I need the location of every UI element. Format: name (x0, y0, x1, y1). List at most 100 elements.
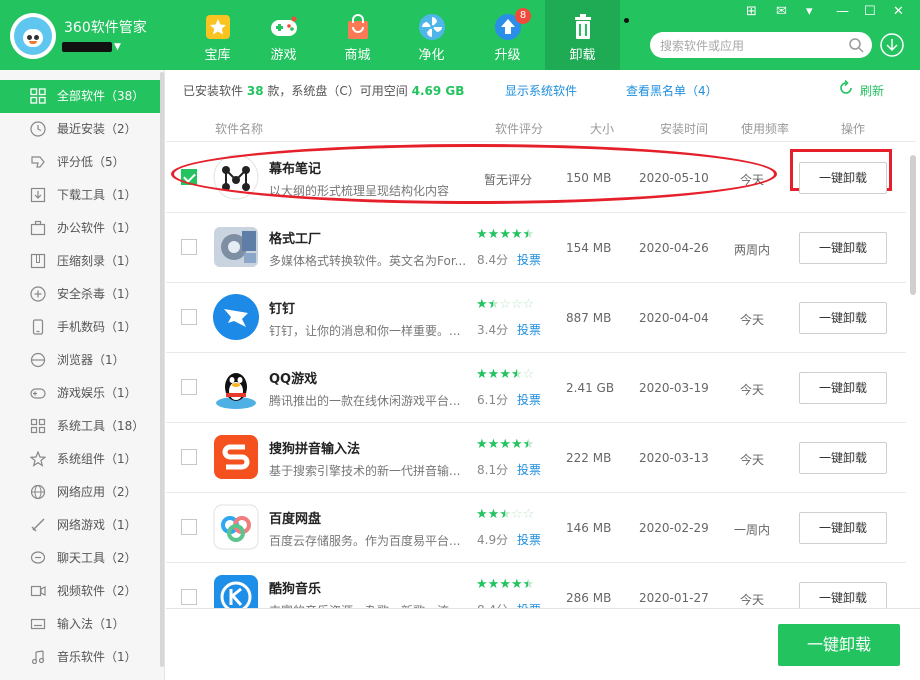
vote-link[interactable]: 投票 (517, 251, 541, 268)
uninstall-button[interactable]: 一键卸载 (799, 162, 887, 194)
row-checkbox[interactable] (181, 589, 197, 605)
sidebar-item-label: 输入法（1） (57, 617, 125, 631)
nav-label: 升级 (494, 48, 521, 63)
download-icon (30, 187, 46, 203)
sidebar-item-recent[interactable]: 最近安装（2） (0, 113, 160, 146)
row-checkbox[interactable] (181, 519, 197, 535)
app-size: 286 MB (566, 591, 612, 605)
sidebar-item-download-tools[interactable]: 下载工具（1） (0, 179, 160, 212)
rating-score: 8.1分 (477, 463, 509, 477)
sidebar-item-low-rating[interactable]: 评分低（5） (0, 146, 160, 179)
app-name: 钉钉 (269, 302, 296, 317)
sidebar-item-network-apps[interactable]: 网络应用（2） (0, 476, 160, 509)
table-row[interactable]: 搜狗拼音输入法基于搜索引擎技术的新一代拼音输... ★★★★★★ 8.1分投票 222… (166, 423, 906, 493)
uninstall-button[interactable]: 一键卸载 (799, 512, 887, 544)
uninstall-button[interactable]: 一键卸载 (799, 372, 887, 404)
uninstall-button[interactable]: 一键卸载 (799, 302, 887, 334)
nav-item-jinghua[interactable]: 净化 (394, 0, 469, 70)
maximize-button[interactable]: ☐ (864, 4, 876, 19)
view-blacklist-link[interactable]: 查看黑名单（4） (626, 82, 718, 99)
sidebar-item-chat[interactable]: 聊天工具（2） (0, 542, 160, 575)
sidebar-item-label: 下载工具（1） (57, 188, 137, 202)
app-description: 钉钉，让你的消息和你一样重要。... (269, 324, 461, 338)
install-date: 2020-01-27 (639, 591, 709, 605)
sidebar-item-music[interactable]: 音乐软件（1） (0, 641, 160, 674)
table-row[interactable]: 格式工厂多媒体格式转换软件。英文名为For... ★★★★★★ 8.4分投票 154 … (166, 213, 906, 283)
message-icon[interactable]: ✉ (776, 4, 787, 19)
row-checkbox[interactable] (181, 449, 197, 465)
col-name[interactable]: 软件名称 (215, 120, 263, 137)
col-size[interactable]: 大小 (590, 120, 614, 137)
vote-link[interactable]: 投票 (517, 461, 541, 478)
nav-item-shangcheng[interactable]: 商城 (320, 0, 395, 70)
star-rating: ★★★☆☆☆ (476, 297, 535, 312)
uninstall-button[interactable]: 一键卸载 (799, 232, 887, 264)
batch-uninstall-button[interactable]: 一键卸载 (778, 624, 900, 666)
grid-icon (30, 88, 46, 104)
sidebar-item-browser[interactable]: 浏览器（1） (0, 344, 160, 377)
sidebar-item-label: 手机数码（1） (57, 320, 137, 334)
table-row[interactable]: QQ游戏腾讯推出的一款在线休闲游戏平台... ★★★★★☆ 6.1分投票 2.41 G… (166, 353, 906, 423)
briefcase-icon (30, 220, 46, 236)
search-input[interactable]: 搜索软件或应用 (650, 32, 872, 58)
download-manager-icon[interactable] (880, 33, 904, 57)
app-name: 百度网盘 (269, 512, 322, 527)
chat-icon (30, 551, 46, 564)
nav-item-baoku[interactable]: 宝库 (180, 0, 255, 70)
table-row[interactable]: 幕布笔记 以大纲的形式梳理呈现结构化内容 暂无评分 150 MB 2020-05-10 今… (166, 143, 906, 213)
sidebar-scrollbar[interactable] (160, 72, 164, 667)
sidebar-item-security[interactable]: 安全杀毒（1） (0, 278, 160, 311)
app-name: 酷狗音乐 (269, 582, 322, 597)
nav-item-shengji[interactable]: 8 升级 (470, 0, 545, 70)
usage-frequency: 两周内 (733, 243, 770, 257)
gamepad-icon (271, 16, 297, 36)
uninstall-button[interactable]: 一键卸载 (799, 442, 887, 474)
app-size: 146 MB (566, 521, 612, 535)
row-checkbox[interactable] (181, 239, 197, 255)
table-row[interactable]: 钉钉钉钉，让你的消息和你一样重要。... ★★★☆☆☆ 3.4分投票 887 MB 20… (166, 283, 906, 353)
update-count-badge: 8 (515, 8, 531, 24)
sidebar-item-label: 游戏娱乐（1） (57, 386, 137, 400)
show-system-software-link[interactable]: 显示系统软件 (505, 82, 577, 99)
sidebar-item-online-games[interactable]: 网络游戏（1） (0, 509, 160, 542)
search-placeholder: 搜索软件或应用 (660, 39, 745, 53)
user-dropdown-icon[interactable]: ▼ (114, 42, 121, 52)
video-icon (30, 585, 46, 597)
nav-item-youxi[interactable]: 游戏 (246, 0, 321, 70)
sidebar-item-all[interactable]: 全部软件（38） (0, 80, 160, 113)
menu-caret-icon[interactable]: ▾ (806, 4, 813, 19)
row-checkbox[interactable] (181, 379, 197, 395)
sidebar-item-label: 网络游戏（1） (57, 518, 137, 532)
star-rating: ★★★★★★ (476, 227, 535, 242)
sidebar-item-video[interactable]: 视频软件（2） (0, 575, 160, 608)
minimize-button[interactable]: — (836, 4, 849, 19)
close-button[interactable]: ✕ (893, 4, 904, 19)
sidebar-item-office[interactable]: 办公软件（1） (0, 212, 160, 245)
app-description: 多媒体格式转换软件。英文名为For... (269, 254, 465, 268)
col-install-date[interactable]: 安装时间 (660, 120, 708, 137)
nav-label: 游戏 (270, 48, 297, 63)
search-icon[interactable] (848, 37, 864, 53)
vote-link[interactable]: 投票 (517, 391, 541, 408)
username-redacted[interactable] (62, 42, 112, 52)
row-checkbox[interactable] (181, 309, 197, 325)
col-rating[interactable]: 软件评分 (495, 120, 543, 137)
sidebar-item-label: 浏览器（1） (57, 353, 125, 367)
star-rating: ★★★★★★ (476, 577, 535, 592)
table-row[interactable]: 百度网盘百度云存储服务。作为百度易平台... ★★★★☆☆ 4.9分投票 146 MB… (166, 493, 906, 563)
footer-bar: 一键卸载 (166, 608, 920, 680)
nav-item-xiezai[interactable]: 卸载 (545, 0, 620, 70)
sidebar-item-mobile[interactable]: 手机数码（1） (0, 311, 160, 344)
usage-frequency: 一周内 (733, 523, 770, 537)
sidebar-item-input-method[interactable]: 输入法（1） (0, 608, 160, 641)
vote-link[interactable]: 投票 (517, 531, 541, 548)
sidebar-item-system-components[interactable]: 系统组件（1） (0, 443, 160, 476)
sidebar-item-label: 最近安装（2） (57, 122, 137, 136)
sidebar-item-game[interactable]: 游戏娱乐（1） (0, 377, 160, 410)
vote-link[interactable]: 投票 (517, 321, 541, 338)
col-usage-frequency[interactable]: 使用频率 (741, 120, 789, 137)
sidebar-item-compress[interactable]: 压缩刻录（1） (0, 245, 160, 278)
skin-icon[interactable]: ⊞ (746, 4, 757, 19)
sidebar-item-system-tools[interactable]: 系统工具（18） (0, 410, 160, 443)
list-scrollbar[interactable] (910, 155, 916, 295)
